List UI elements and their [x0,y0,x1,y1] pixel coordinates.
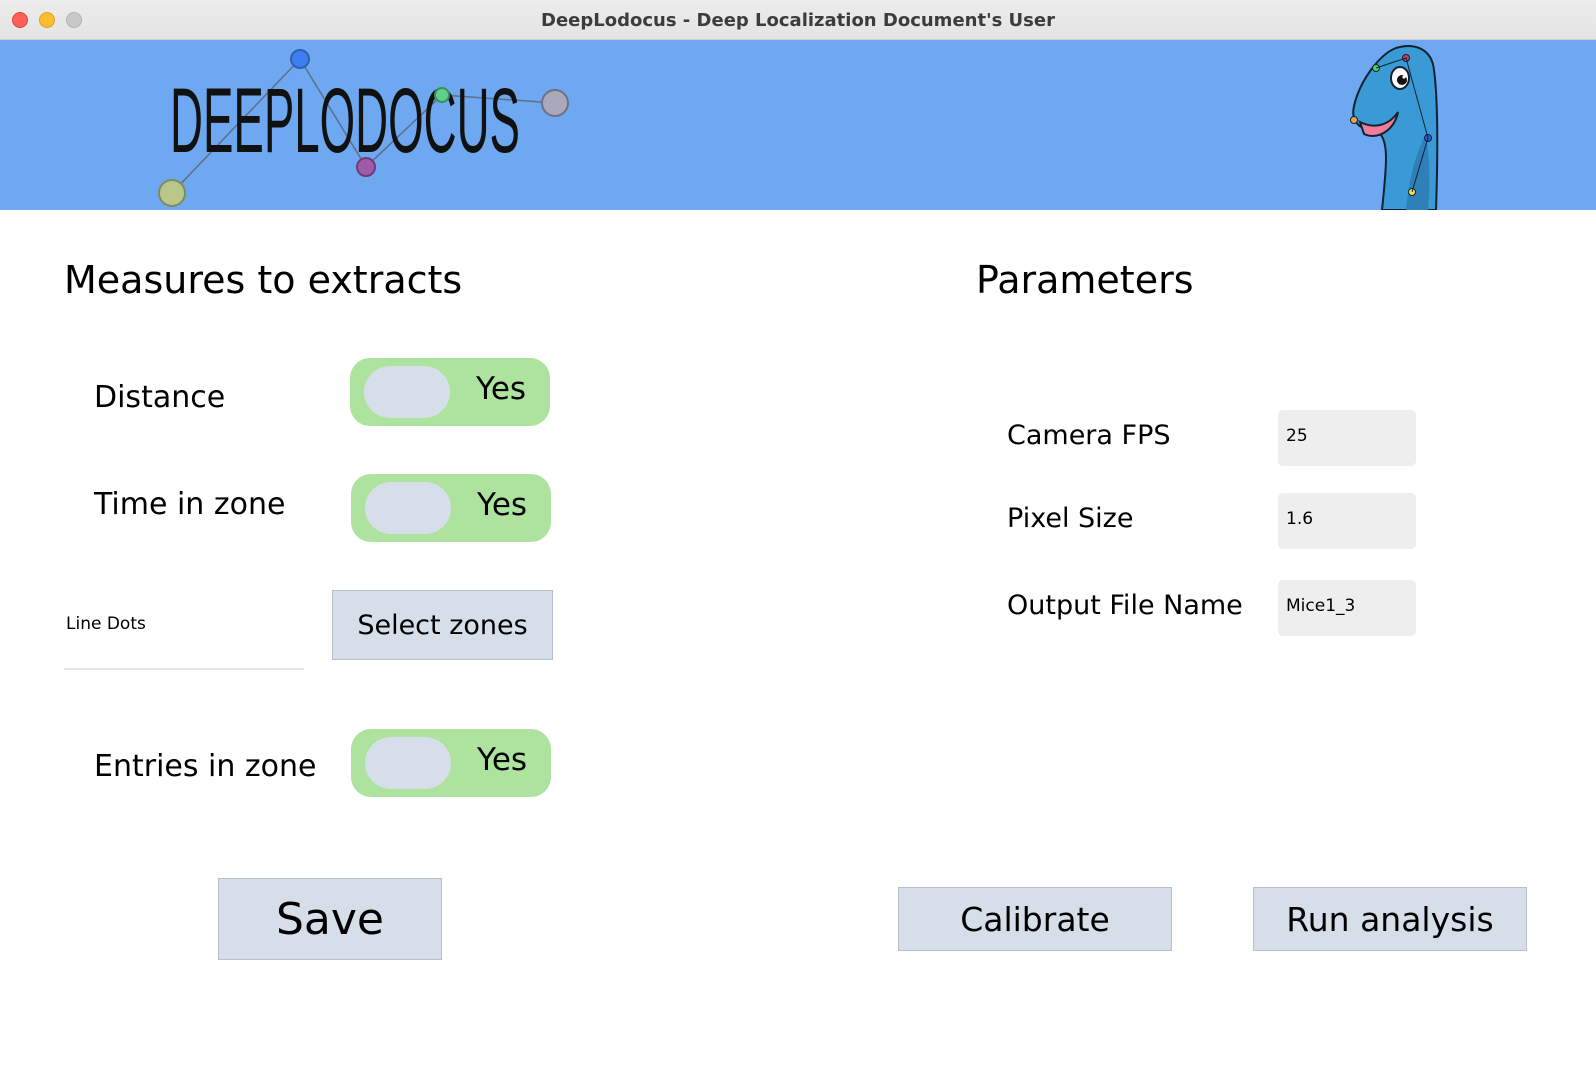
zone-type-field[interactable]: Line Dots [64,606,304,670]
select-zones-button[interactable]: Select zones [332,590,553,660]
time-in-zone-toggle[interactable]: Yes [351,474,551,542]
pixel-size-input[interactable]: 1.6 [1278,493,1416,549]
parameters-heading: Parameters [976,258,1194,302]
toggle-knob [365,482,451,534]
pixel-size-label: Pixel Size [1007,503,1134,534]
calibrate-button[interactable]: Calibrate [898,887,1172,951]
output-file-name-label: Output File Name [1007,590,1243,621]
camera-fps-label: Camera FPS [1007,420,1171,451]
window-title: DeepLodocus - Deep Localization Document… [541,10,1055,31]
logo-text: DEEPLODOCUS [170,70,520,172]
toggle-state-text: Yes [476,371,527,407]
measures-heading: Measures to extracts [64,258,463,302]
entries-in-zone-toggle[interactable]: Yes [351,729,551,797]
save-button[interactable]: Save [218,878,442,960]
time-in-zone-label: Time in zone [94,487,286,522]
toggle-knob [365,737,451,789]
entries-in-zone-label: Entries in zone [94,749,317,784]
toggle-state-text: Yes [477,487,528,523]
run-analysis-button[interactable]: Run analysis [1253,887,1527,951]
deeplodocus-logo: DEEPLODOCUS [158,49,569,207]
toggle-state-text: Yes [477,742,528,778]
title-bar: DeepLodocus - Deep Localization Document… [0,0,1596,40]
zone-type-value: Line Dots [66,614,146,634]
distance-label: Distance [94,380,226,415]
toggle-knob [364,366,450,418]
distance-toggle[interactable]: Yes [350,358,550,426]
header-banner: DEEPLODOCUS [0,40,1596,210]
camera-fps-input[interactable]: 25 [1278,410,1416,466]
output-file-name-input[interactable]: Mice1_3 [1278,580,1416,636]
dinosaur-mascot-icon [1350,45,1439,210]
